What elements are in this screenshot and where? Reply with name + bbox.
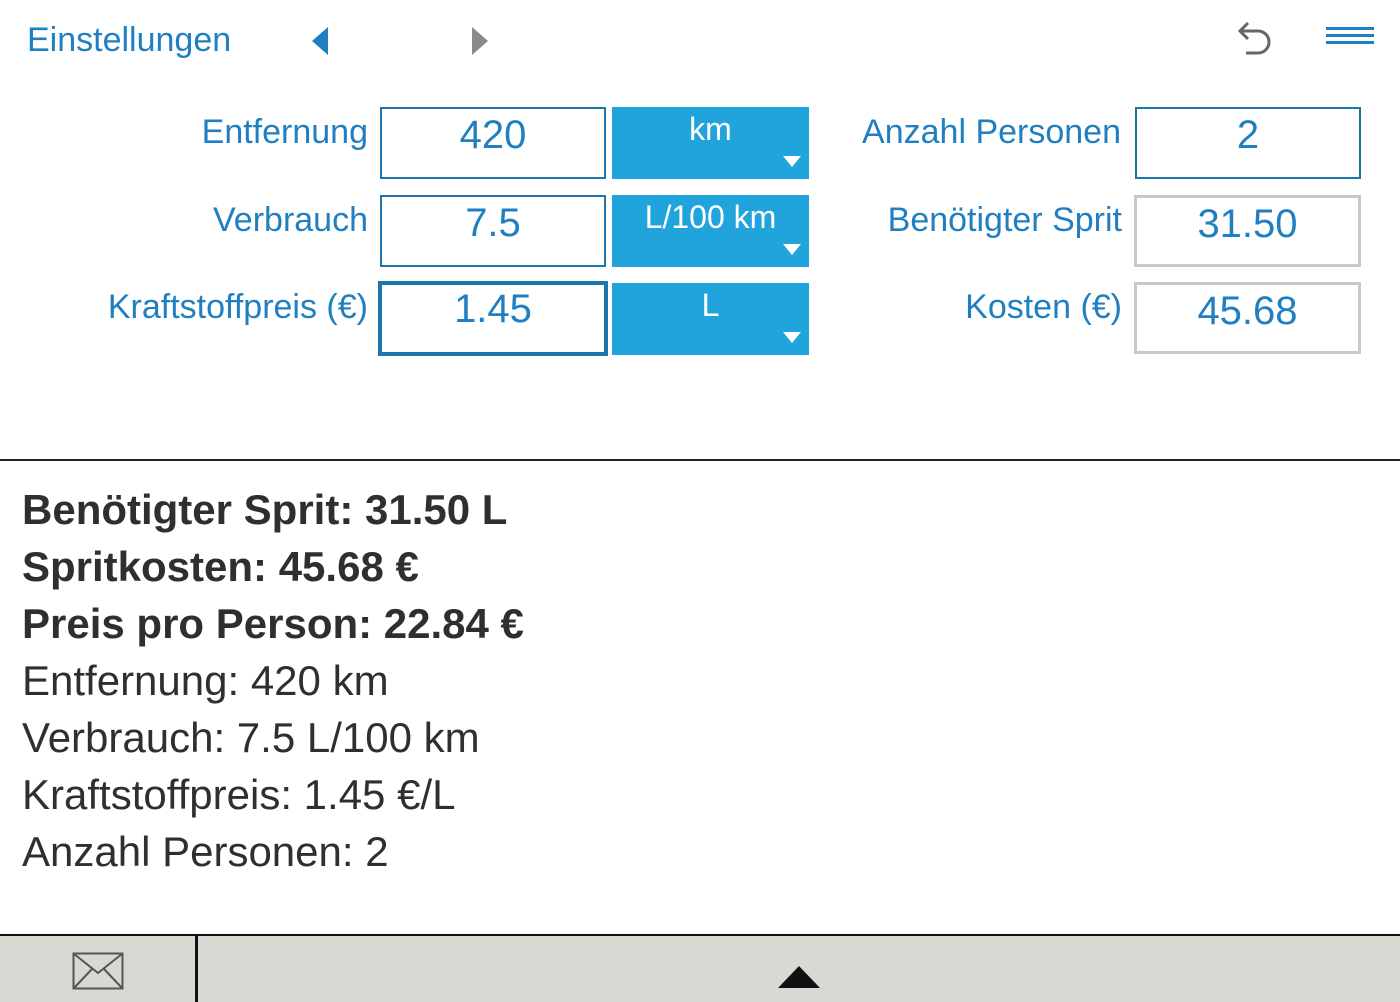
costs-output: 45.68 — [1134, 282, 1361, 354]
result-fuel-needed: Benötigter Sprit: 31.50 L — [22, 486, 508, 533]
fuel-price-label: Kraftstoffpreis (€) — [107, 288, 368, 326]
persons-label: Anzahl Personen — [862, 113, 1121, 151]
chevron-down-icon — [783, 332, 801, 343]
distance-unit-value: km — [689, 111, 732, 147]
fuel-price-unit-value: L — [701, 287, 720, 323]
settings-link[interactable]: Einstellungen — [27, 20, 231, 60]
fuel-needed-label: Benötigter Sprit — [887, 201, 1122, 239]
result-consumption: Verbrauch: 7.5 L/100 km — [22, 714, 480, 761]
result-distance: Entfernung: 420 km — [22, 657, 389, 704]
divider — [0, 459, 1400, 461]
bottom-toolbar — [0, 934, 1400, 1002]
result-fuel-costs: Spritkosten: 45.68 € — [22, 543, 419, 590]
result-price-per-person: Preis pro Person: 22.84 € — [22, 600, 524, 647]
costs-label: Kosten (€) — [965, 288, 1122, 326]
persons-input[interactable]: 2 — [1135, 107, 1361, 179]
fuel-needed-output: 31.50 — [1134, 195, 1361, 267]
chevron-down-icon — [783, 244, 801, 255]
fuel-price-unit-select[interactable]: L — [612, 283, 809, 355]
consumption-label: Verbrauch — [213, 201, 368, 239]
undo-button[interactable] — [1228, 18, 1278, 62]
result-persons: Anzahl Personen: 2 — [22, 828, 389, 875]
result-fuel-price: Kraftstoffpreis: 1.45 €/L — [22, 771, 456, 818]
distance-input[interactable]: 420 — [380, 107, 606, 179]
consumption-unit-value: L/100 km — [644, 199, 777, 235]
triangle-right-icon — [472, 27, 488, 55]
menu-button[interactable] — [1322, 22, 1378, 52]
undo-arrow-icon — [1237, 21, 1271, 55]
fuel-price-input[interactable]: 1.45 — [378, 281, 608, 356]
consumption-input[interactable]: 7.5 — [380, 195, 606, 267]
envelope-icon — [72, 952, 124, 990]
consumption-unit-select[interactable]: L/100 km — [612, 195, 809, 267]
toolbar-separator — [195, 934, 198, 1002]
triangle-left-icon — [312, 27, 328, 55]
previous-button[interactable] — [308, 24, 334, 58]
chevron-down-icon — [783, 156, 801, 167]
expand-button[interactable] — [776, 964, 822, 990]
next-button[interactable] — [466, 24, 492, 58]
distance-label: Entfernung — [201, 113, 368, 151]
hamburger-menu-icon — [1326, 27, 1374, 44]
distance-unit-select[interactable]: km — [612, 107, 809, 179]
triangle-up-icon — [778, 966, 820, 988]
mail-button[interactable] — [72, 952, 124, 990]
